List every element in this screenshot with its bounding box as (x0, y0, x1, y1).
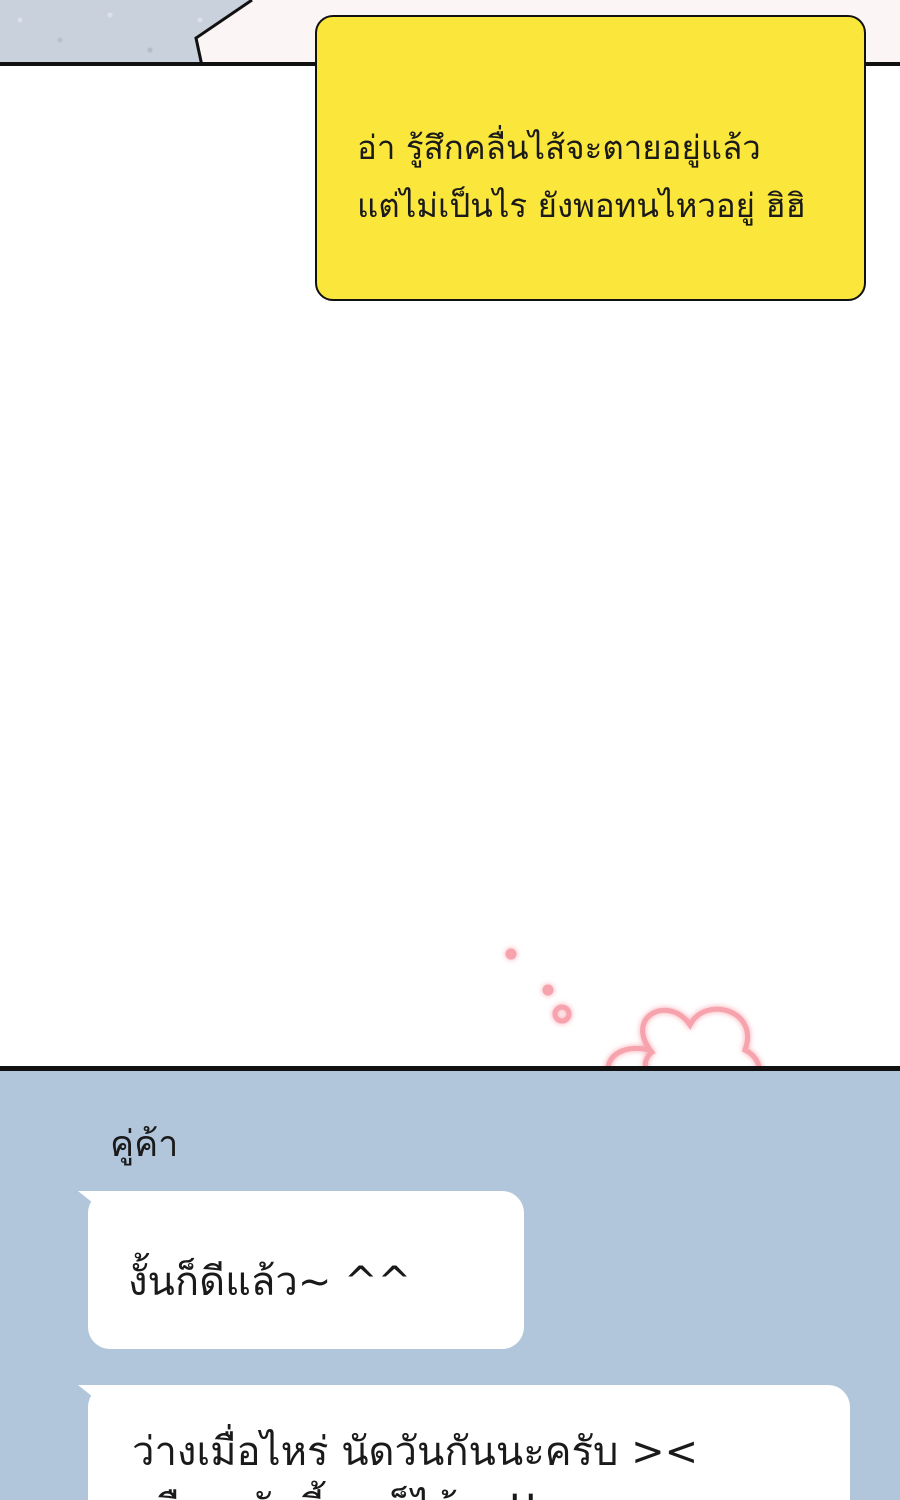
speech-bubble: อ่า รู้สึกคลื่นไส้จะตายอยู่แล้ว แต่ไม่เป… (315, 15, 866, 301)
chat-message-text: งั้นก็ดีแล้ว~ ^^ (128, 1259, 412, 1305)
chat-message-text: หรือจะวันนี้เลยก็ได้นะ!! (132, 1481, 850, 1500)
chat-message-bubble[interactable]: งั้นก็ดีแล้ว~ ^^ (78, 1191, 524, 1349)
bubble-tail (78, 1191, 108, 1215)
chat-message-bubble[interactable]: ว่างเมื่อไหร่ นัดวันกันนะครับ >< หรือจะว… (78, 1385, 850, 1500)
speech-line-2: แต่ไม่เป็นไร ยังพอทนไหวอยู่ ฮิฮิ (357, 186, 806, 225)
chat-message-text: ว่างเมื่อไหร่ นัดวันกันนะครับ >< (132, 1429, 699, 1475)
speech-line-1: อ่า รู้สึกคลื่นไส้จะตายอยู่แล้ว (357, 128, 761, 167)
sender-name: คู่ค้า (110, 1124, 179, 1165)
chat-panel: คู่ค้า งั้นก็ดีแล้ว~ ^^ ว่างเมื่อไหร่ นั… (0, 1066, 900, 1500)
bubble-tail (78, 1385, 108, 1409)
